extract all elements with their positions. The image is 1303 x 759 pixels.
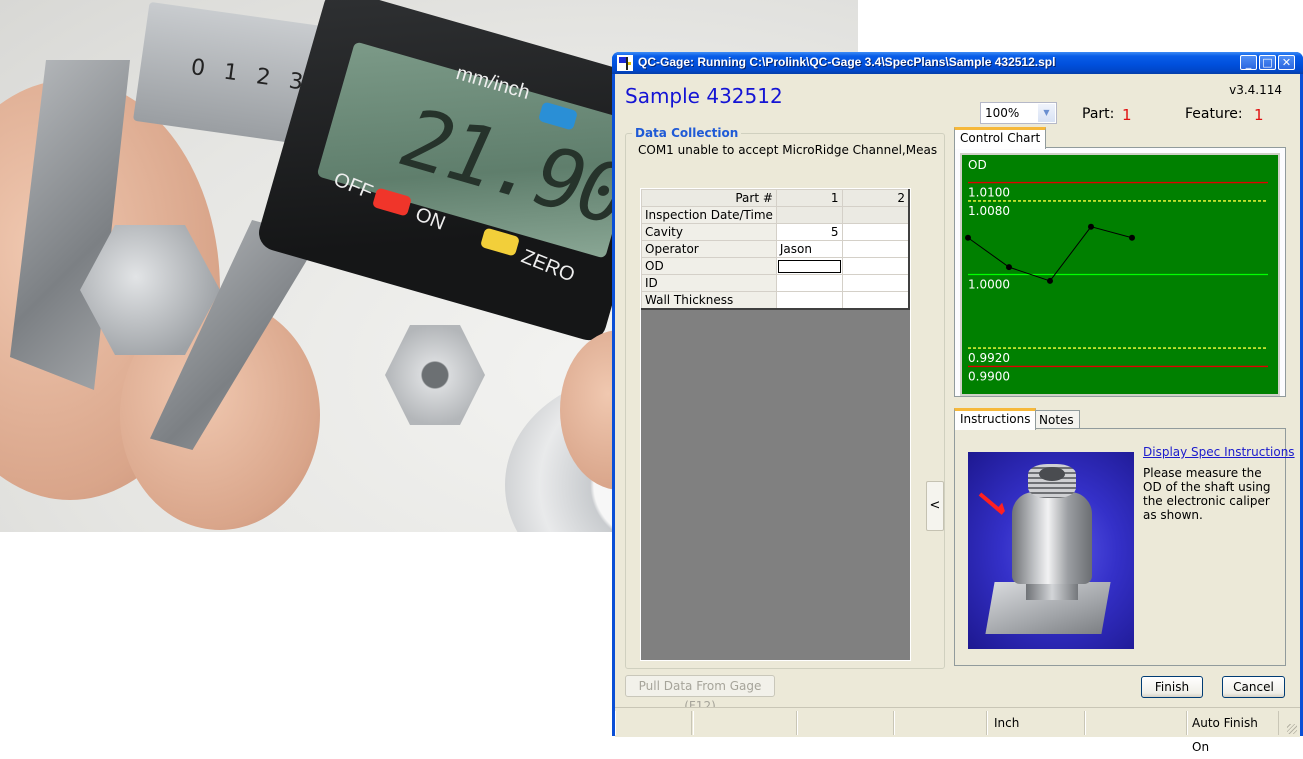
window-client: Sample 432512 v3.4.114 100% ▼ Part: 1 Fe… — [615, 74, 1300, 754]
grid-header-label: Part # — [641, 189, 777, 207]
title-bar[interactable]: QC-Gage: Running C:\Prolink\QC-Gage 3.4\… — [612, 52, 1303, 74]
od-input-cell[interactable] — [775, 257, 843, 275]
active-cell-editor[interactable] — [777, 259, 841, 273]
grid-cell[interactable] — [775, 206, 843, 224]
chevron-down-icon[interactable]: ▼ — [1038, 104, 1055, 122]
table-row: Operator Jason — [641, 240, 910, 258]
grid-cell[interactable] — [841, 223, 910, 241]
spec-plan-title: Sample 432512 — [625, 84, 783, 108]
collapse-panel-button[interactable]: < — [926, 481, 944, 531]
maximize-button[interactable]: □ — [1259, 55, 1276, 70]
data-point[interactable] — [1129, 234, 1135, 241]
ref-label-lcl: 0.9920 — [968, 351, 1010, 365]
feature-number: 1 — [1254, 106, 1264, 124]
table-row: ID — [641, 274, 910, 292]
row-label: Operator — [641, 240, 777, 258]
grid-cell[interactable] — [775, 291, 843, 310]
qc-gage-window: QC-Gage: Running C:\Prolink\QC-Gage 3.4\… — [612, 52, 1303, 754]
chart-title: OD — [968, 158, 987, 172]
tab-instructions[interactable]: Instructions — [954, 408, 1037, 430]
control-chart-frame: OD 1.0100 1.0080 1.0000 0.9920 0.9900 — [960, 153, 1280, 396]
ref-label-ucl: 1.0080 — [968, 204, 1010, 218]
table-row: Inspection Date/Time — [641, 206, 910, 224]
status-units: Inch — [987, 711, 1085, 735]
display-spec-instructions-link[interactable]: Display Spec Instructions — [1143, 445, 1295, 459]
app-flag-icon — [617, 55, 633, 71]
data-grid: Part # 1 2 Inspection Date/Time Cavity 5 — [641, 189, 910, 310]
data-point[interactable] — [1006, 264, 1012, 271]
part-image — [968, 452, 1134, 649]
finish-button[interactable]: Finish — [1141, 676, 1203, 698]
row-label: Cavity — [641, 223, 777, 241]
minimize-button[interactable]: _ — [1240, 55, 1257, 70]
status-cell — [693, 711, 797, 735]
data-point[interactable] — [1047, 277, 1053, 284]
data-collection-group: Data Collection COM1 unable to accept Mi… — [625, 126, 945, 669]
control-chart: OD 1.0100 1.0080 1.0000 0.9920 0.9900 — [962, 155, 1278, 394]
feature-label: Feature: — [1185, 106, 1243, 122]
grid-cell[interactable] — [775, 274, 843, 292]
grid-col-header[interactable]: 2 — [841, 189, 910, 207]
window-title: QC-Gage: Running C:\Prolink\QC-Gage 3.4\… — [638, 55, 1056, 69]
grid-header-row: Part # 1 2 — [641, 189, 910, 207]
table-row: Cavity 5 — [641, 223, 910, 241]
status-cell — [1085, 711, 1187, 735]
zoom-select[interactable]: 100% ▼ — [980, 102, 1057, 124]
data-point[interactable] — [965, 234, 971, 241]
part-label: Part: — [1082, 106, 1115, 122]
ref-label-lsl: 0.9900 — [968, 369, 1010, 383]
grid-col-header[interactable]: 1 — [775, 189, 843, 207]
grid-cell[interactable] — [841, 291, 910, 310]
data-point[interactable] — [1088, 223, 1094, 230]
grid-cell[interactable]: Jason — [775, 240, 843, 258]
tab-notes[interactable]: Notes — [1033, 410, 1080, 428]
gage-status-message: COM1 unable to accept MicroRidge Channel… — [638, 143, 938, 157]
instruction-text: Please measure the OD of the shaft using… — [1143, 466, 1271, 522]
control-chart-panel: OD 1.0100 1.0080 1.0000 0.9920 0.9900 — [954, 147, 1286, 397]
status-cell — [615, 711, 692, 735]
status-cell — [894, 711, 987, 735]
table-row: Wall Thickness — [641, 291, 910, 310]
row-label: OD — [641, 257, 777, 275]
zoom-value: 100% — [985, 106, 1020, 120]
close-button[interactable]: ✕ — [1278, 55, 1295, 70]
hex-nut — [385, 325, 485, 425]
row-label: Wall Thickness — [641, 291, 777, 310]
grid-cell[interactable] — [841, 240, 910, 258]
status-auto-finish: Auto Finish On — [1187, 711, 1279, 754]
ref-label-center: 1.0000 — [968, 278, 1010, 292]
grid-cell[interactable] — [841, 257, 910, 275]
status-cell — [797, 711, 894, 735]
instructions-panel: Display Spec Instructions Please measure… — [954, 428, 1295, 666]
data-collection-legend: Data Collection — [632, 126, 742, 140]
cancel-button[interactable]: Cancel — [1222, 676, 1285, 698]
data-grid-area: Part # 1 2 Inspection Date/Time Cavity 5 — [640, 188, 911, 661]
tab-control-chart[interactable]: Control Chart — [954, 127, 1047, 149]
ref-label-usl: 1.0100 — [968, 186, 1010, 200]
grid-cell[interactable] — [841, 274, 910, 292]
table-row: OD — [641, 257, 910, 275]
grid-cell[interactable]: 5 — [775, 223, 843, 241]
version-label: v3.4.114 — [1229, 83, 1282, 97]
resize-grip[interactable] — [1287, 724, 1297, 734]
status-bar: Inch Auto Finish On — [615, 707, 1300, 754]
pull-data-from-gage-button[interactable]: Pull Data From Gage (F12) — [625, 675, 775, 713]
part-number: 1 — [1122, 106, 1132, 124]
grid-cell[interactable] — [841, 206, 910, 224]
row-label: Inspection Date/Time — [641, 206, 777, 224]
row-label: ID — [641, 274, 777, 292]
